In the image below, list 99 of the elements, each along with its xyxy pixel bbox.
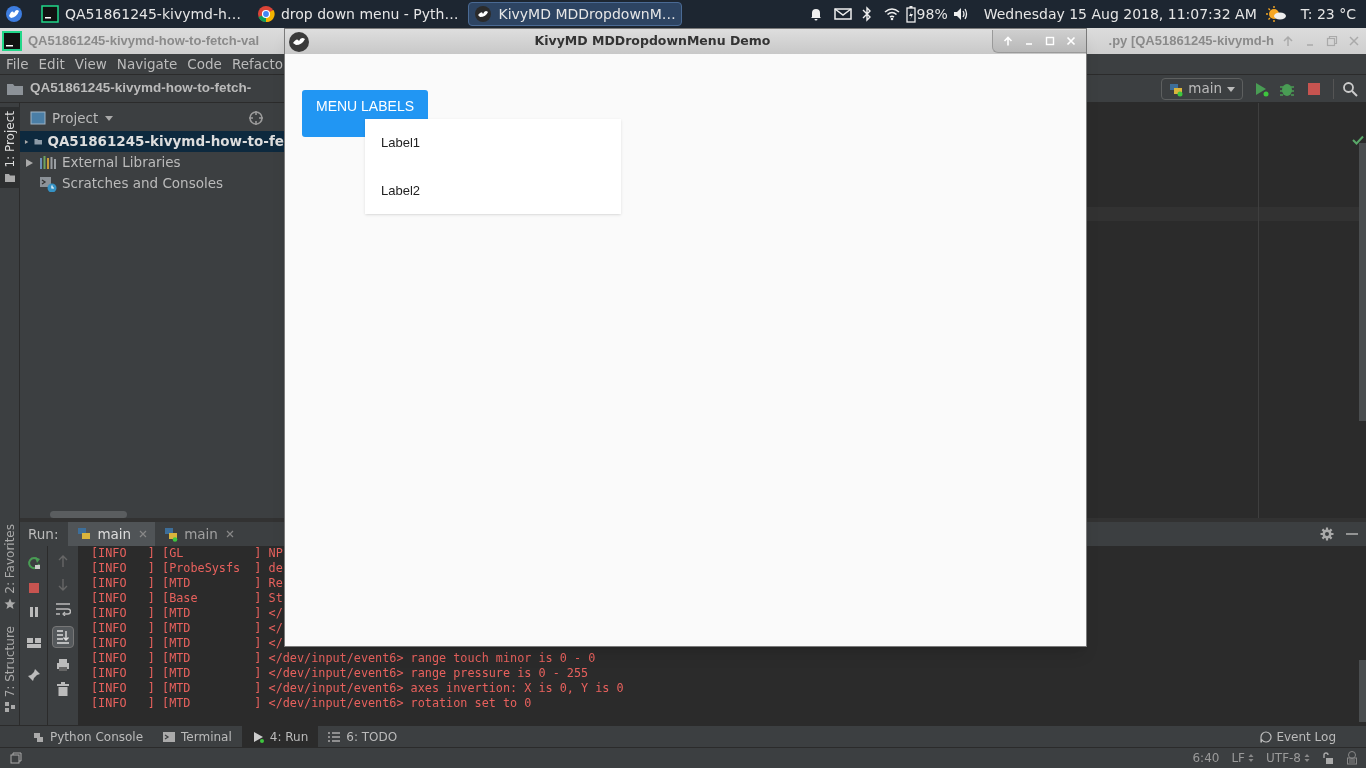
lock-icon[interactable]: [1322, 752, 1334, 764]
console-line: [INFO ] [MTD ] </: [91, 606, 284, 621]
tool-window-tab[interactable]: Terminal: [153, 725, 242, 748]
bird-logo-icon[interactable]: [5, 5, 23, 23]
tree-item[interactable]: External Libraries: [20, 152, 284, 173]
mail-icon[interactable]: [833, 7, 852, 21]
pause-icon[interactable]: [27, 606, 40, 618]
menu-item[interactable]: File: [6, 53, 29, 75]
menu-item[interactable]: View: [74, 53, 107, 75]
stop-icon[interactable]: [27, 582, 40, 594]
console-line: [INFO ] [Base ] St: [91, 591, 284, 606]
layout-icon[interactable]: [26, 638, 41, 648]
run-icon: [251, 730, 264, 743]
menu-item[interactable]: Edit: [38, 53, 65, 75]
side-tab[interactable]: 1: Project: [0, 107, 20, 188]
run-tab[interactable]: main: [68, 522, 156, 546]
folder-icon: [4, 171, 16, 184]
side-tab[interactable]: 2: Favorites: [0, 520, 20, 614]
tool-window-tab[interactable]: 4: Run: [241, 725, 319, 748]
panel-toggle-icon[interactable]: [10, 752, 22, 764]
window-title: QA51861245-kivymd-how-to-fetch-val: [28, 32, 260, 51]
python-file-icon: [76, 526, 93, 542]
python-icon: [32, 730, 44, 743]
tool-window-tab[interactable]: Python Console: [22, 725, 154, 748]
window-title: .py [QA51861245-kivymd-h: [1108, 32, 1274, 51]
crosshair-icon[interactable]: [248, 110, 264, 126]
breadcrumb-item[interactable]: QA51861245-kivymd-how-to-fetch-: [30, 78, 252, 99]
run-icon[interactable]: [1253, 80, 1269, 97]
console-line: [INFO ] [MTD ] Re: [91, 576, 284, 591]
wrap-icon[interactable]: [55, 602, 71, 616]
close-icon[interactable]: [225, 530, 234, 538]
volume-icon[interactable]: [951, 6, 968, 22]
up-down-arrows-icon: [1304, 753, 1310, 763]
up-down-arrows-icon: [1248, 753, 1254, 763]
console-line: [INFO ] [MTD ] </dev/input/event6> range touch minor is 0 - 0: [91, 651, 597, 666]
rerun-icon[interactable]: [26, 556, 41, 570]
taskbar-button[interactable]: KivyMD MDDropdownM…: [468, 2, 682, 26]
console-line: [INFO ] [ProbeSysfs ] de: [91, 561, 284, 576]
status-item[interactable]: LF: [1231, 749, 1254, 767]
scrollbar-thumb[interactable]: [1359, 143, 1366, 421]
taskbar-button[interactable]: QA51861245-kivymd-h…: [35, 2, 247, 26]
scrollbar-thumb[interactable]: [1359, 660, 1366, 722]
scroll-to-end-button[interactable]: [52, 626, 74, 648]
console-line: [INFO ] [MTD ] </: [91, 636, 284, 651]
check-icon: [1352, 135, 1364, 145]
menu-item[interactable]: Navigate: [116, 53, 178, 75]
view-dropdown[interactable]: Project: [52, 107, 115, 129]
menu-item[interactable]: Code: [187, 53, 222, 75]
search-icon[interactable]: [1342, 80, 1358, 97]
wifi-icon[interactable]: [883, 7, 900, 21]
bird-logo-icon: [474, 5, 493, 23]
bluetooth-icon[interactable]: [861, 6, 872, 22]
settings-icon[interactable]: [1320, 527, 1334, 541]
star-icon: [4, 597, 16, 610]
scrollbar-thumb[interactable]: [50, 511, 127, 518]
run-label: Run:: [28, 524, 59, 544]
console-line: [INFO ] [MTD ] </dev/input/event6> axes invertion: X is 0, Y is 0: [91, 681, 625, 696]
caret-icon: [1226, 84, 1236, 93]
caret-icon: [104, 114, 115, 122]
ide-logo-icon: [2, 31, 22, 51]
event-log-button[interactable]: Event Log: [1260, 727, 1336, 746]
menu-item[interactable]: Label2: [365, 166, 621, 214]
scroll-to-end-icon: [56, 630, 70, 644]
menu-item[interactable]: Refacto: [231, 53, 283, 75]
battery-icon[interactable]: [905, 5, 916, 23]
clock[interactable]: Wednesday 15 Aug 2018, 11:07:32 AM: [983, 3, 1257, 25]
folder-icon: [6, 81, 24, 96]
print-icon[interactable]: [56, 658, 70, 672]
tree-item[interactable]: Scratches and Consoles: [20, 173, 284, 194]
tree-item[interactable]: QA51861245-kivymd-how-to-fe: [20, 131, 284, 152]
console-line: [INFO ] [GL ] NP: [91, 546, 284, 561]
window-title: KivyMD MDDropdownMenu Demo: [533, 32, 772, 51]
project-window-icon: [30, 111, 46, 125]
console-line: [INFO ] [MTD ] </dev/input/event6> range pressure is 0 - 255: [91, 666, 590, 681]
structure-icon: [4, 701, 16, 714]
browser-logo-icon: [256, 5, 275, 23]
python-file-icon: [163, 526, 180, 542]
list-icon: [328, 730, 341, 743]
temperature: T: 23 °C: [1300, 4, 1356, 24]
battery-percentage: 98%: [916, 4, 948, 24]
tool-window-tab[interactable]: 6: TODO: [318, 725, 408, 748]
inspector-icon[interactable]: [1346, 751, 1358, 765]
console-line: [INFO ] [MTD ] </: [91, 621, 284, 636]
library-icon: [39, 154, 57, 171]
terminal-icon: [163, 730, 176, 743]
ide-logo-icon: [41, 5, 59, 23]
status-item[interactable]: UTF-8: [1266, 749, 1310, 767]
expand-arrow-icon[interactable]: [24, 157, 34, 168]
speech-bubble-icon: [1260, 730, 1273, 743]
status-item[interactable]: 6:40: [1192, 749, 1220, 767]
console-clock-icon: [39, 175, 57, 192]
side-tab[interactable]: 7: Structure: [0, 621, 20, 718]
bird-logo-icon: [288, 30, 310, 53]
console-line: [INFO ] [MTD ] </dev/input/event6> rotation set to 0: [91, 696, 533, 711]
taskbar-button[interactable]: drop down menu - Pyth…: [250, 2, 465, 26]
run-config-dropdown[interactable]: main: [1161, 77, 1243, 100]
trash-icon[interactable]: [57, 682, 69, 696]
stop-icon[interactable]: [1307, 81, 1321, 96]
weather-icon[interactable]: [1264, 5, 1287, 23]
